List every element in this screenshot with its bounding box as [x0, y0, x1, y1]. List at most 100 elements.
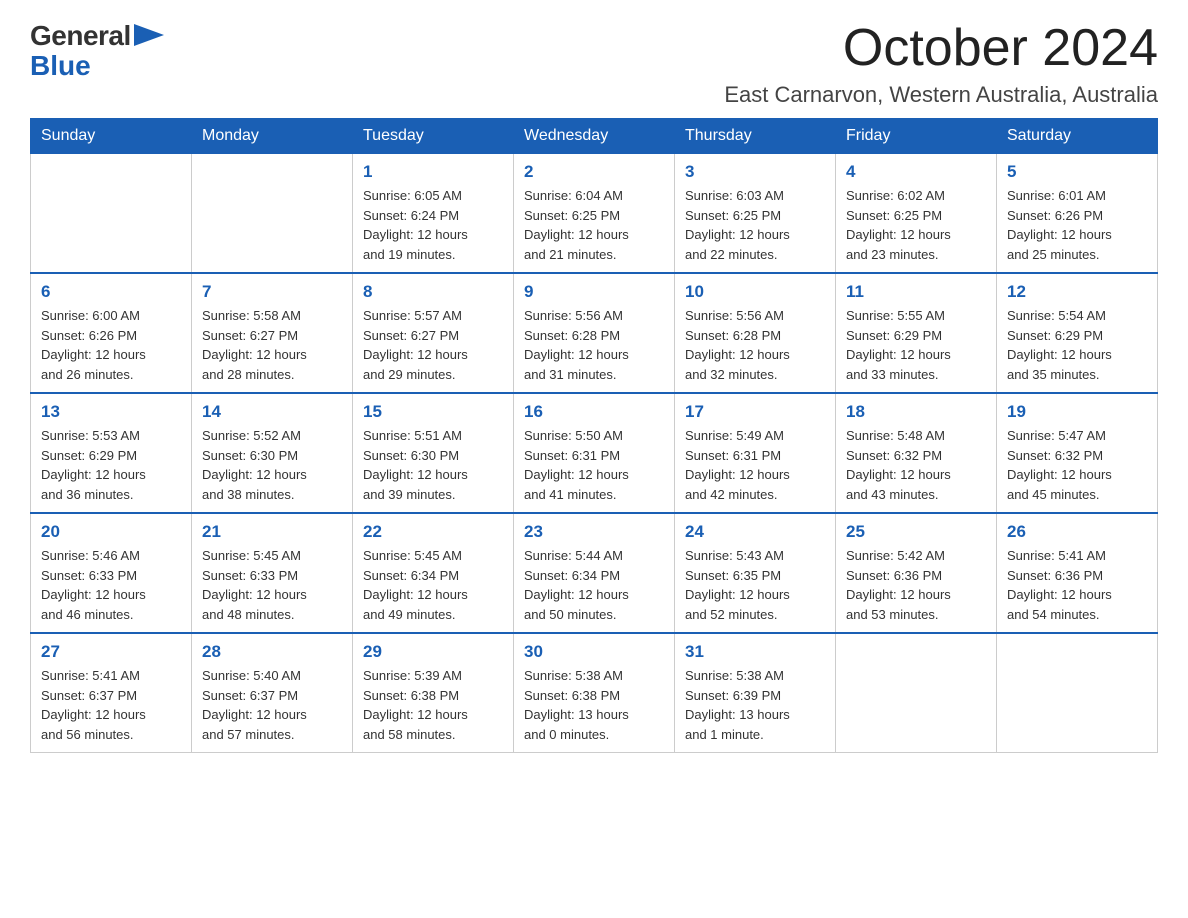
- day-number: 21: [202, 522, 342, 542]
- day-info: Sunrise: 5:51 AM Sunset: 6:30 PM Dayligh…: [363, 426, 503, 504]
- day-number: 22: [363, 522, 503, 542]
- calendar-cell: [997, 633, 1158, 753]
- calendar-cell: 28Sunrise: 5:40 AM Sunset: 6:37 PM Dayli…: [192, 633, 353, 753]
- day-number: 2: [524, 162, 664, 182]
- day-number: 18: [846, 402, 986, 422]
- calendar-cell: [192, 154, 353, 274]
- day-info: Sunrise: 5:45 AM Sunset: 6:33 PM Dayligh…: [202, 546, 342, 624]
- calendar-cell: 12 Sunrise: 5:54 AM Sunset: 6:29 PM Dayli…: [997, 273, 1158, 393]
- calendar-cell: 3Sunrise: 6:03 AM Sunset: 6:25 PM Daylig…: [675, 154, 836, 274]
- day-number: 19: [1007, 402, 1147, 422]
- day-number: 28: [202, 642, 342, 662]
- calendar-cell: 4Sunrise: 6:02 AM Sunset: 6:25 PM Daylig…: [836, 154, 997, 274]
- day-number: 1: [363, 162, 503, 182]
- header: General Blue October 2024 East Carnarvon…: [30, 20, 1158, 108]
- day-info: Sunrise: 5:44 AM Sunset: 6:34 PM Dayligh…: [524, 546, 664, 624]
- calendar-week-row: 1 Sunrise: 6:05 AM Sunset: 6:24 PM Daylig…: [31, 154, 1158, 274]
- calendar-cell: 13 Sunrise: 5:53 AM Sunset: 6:29 PM Dayli…: [31, 393, 192, 513]
- day-info: Sunrise: 5:39 AM Sunset: 6:38 PM Dayligh…: [363, 666, 503, 744]
- month-title: October 2024: [724, 20, 1158, 77]
- day-info: Sunrise: 6:02 AM Sunset: 6:25 PM Dayligh…: [846, 186, 986, 264]
- calendar-week-row: 13 Sunrise: 5:53 AM Sunset: 6:29 PM Dayli…: [31, 393, 1158, 513]
- day-number: 12: [1007, 282, 1147, 302]
- calendar-table: Sunday Monday Tuesday Wednesday Thursday…: [30, 118, 1158, 753]
- header-tuesday: Tuesday: [353, 119, 514, 154]
- day-number: 14: [202, 402, 342, 422]
- calendar-cell: 29 Sunrise: 5:39 AM Sunset: 6:38 PM Dayli…: [353, 633, 514, 753]
- calendar-cell: 17 Sunrise: 5:49 AM Sunset: 6:31 PM Dayli…: [675, 393, 836, 513]
- title-area: October 2024 East Carnarvon, Western Aus…: [724, 20, 1158, 108]
- day-number: 17: [685, 402, 825, 422]
- day-number: 16: [524, 402, 664, 422]
- day-number: 20: [41, 522, 181, 542]
- calendar-cell: 8 Sunrise: 5:57 AM Sunset: 6:27 PM Daylig…: [353, 273, 514, 393]
- day-number: 15: [363, 402, 503, 422]
- day-info: Sunrise: 5:38 AM Sunset: 6:38 PM Dayligh…: [524, 666, 664, 744]
- day-info: Sunrise: 6:04 AM Sunset: 6:25 PM Dayligh…: [524, 186, 664, 264]
- calendar-cell: 16Sunrise: 5:50 AM Sunset: 6:31 PM Dayli…: [514, 393, 675, 513]
- calendar-cell: 14Sunrise: 5:52 AM Sunset: 6:30 PM Dayli…: [192, 393, 353, 513]
- day-info: Sunrise: 5:48 AM Sunset: 6:32 PM Dayligh…: [846, 426, 986, 504]
- day-number: 25: [846, 522, 986, 542]
- logo-general-text: General: [30, 20, 131, 52]
- calendar-cell: 30 Sunrise: 5:38 AM Sunset: 6:38 PM Dayli…: [514, 633, 675, 753]
- day-info: Sunrise: 5:57 AM Sunset: 6:27 PM Dayligh…: [363, 306, 503, 384]
- logo-blue-text: Blue: [30, 52, 164, 80]
- day-info: Sunrise: 5:53 AM Sunset: 6:29 PM Dayligh…: [41, 426, 181, 504]
- calendar-cell: 26 Sunrise: 5:41 AM Sunset: 6:36 PM Dayli…: [997, 513, 1158, 633]
- calendar-cell: 31Sunrise: 5:38 AM Sunset: 6:39 PM Dayli…: [675, 633, 836, 753]
- header-wednesday: Wednesday: [514, 119, 675, 154]
- location-title: East Carnarvon, Western Australia, Austr…: [724, 82, 1158, 108]
- calendar-cell: 22Sunrise: 5:45 AM Sunset: 6:34 PM Dayli…: [353, 513, 514, 633]
- day-number: 3: [685, 162, 825, 182]
- day-info: Sunrise: 5:46 AM Sunset: 6:33 PM Dayligh…: [41, 546, 181, 624]
- header-thursday: Thursday: [675, 119, 836, 154]
- calendar-cell: [31, 154, 192, 274]
- day-info: Sunrise: 5:47 AM Sunset: 6:32 PM Dayligh…: [1007, 426, 1147, 504]
- day-info: Sunrise: 5:41 AM Sunset: 6:36 PM Dayligh…: [1007, 546, 1147, 624]
- day-info: Sunrise: 5:58 AM Sunset: 6:27 PM Dayligh…: [202, 306, 342, 384]
- calendar-cell: 10Sunrise: 5:56 AM Sunset: 6:28 PM Dayli…: [675, 273, 836, 393]
- calendar-cell: 6 Sunrise: 6:00 AM Sunset: 6:26 PM Daylig…: [31, 273, 192, 393]
- calendar-cell: 21 Sunrise: 5:45 AM Sunset: 6:33 PM Dayli…: [192, 513, 353, 633]
- calendar-cell: 5 Sunrise: 6:01 AM Sunset: 6:26 PM Daylig…: [997, 154, 1158, 274]
- calendar-cell: 11Sunrise: 5:55 AM Sunset: 6:29 PM Dayli…: [836, 273, 997, 393]
- day-number: 29: [363, 642, 503, 662]
- day-number: 7: [202, 282, 342, 302]
- calendar-cell: 9 Sunrise: 5:56 AM Sunset: 6:28 PM Daylig…: [514, 273, 675, 393]
- calendar-cell: 20 Sunrise: 5:46 AM Sunset: 6:33 PM Dayli…: [31, 513, 192, 633]
- day-info: Sunrise: 5:56 AM Sunset: 6:28 PM Dayligh…: [524, 306, 664, 384]
- day-info: Sunrise: 6:05 AM Sunset: 6:24 PM Dayligh…: [363, 186, 503, 264]
- logo: General Blue: [30, 20, 164, 80]
- calendar-cell: 18 Sunrise: 5:48 AM Sunset: 6:32 PM Dayli…: [836, 393, 997, 513]
- calendar-cell: 1 Sunrise: 6:05 AM Sunset: 6:24 PM Daylig…: [353, 154, 514, 274]
- day-info: Sunrise: 5:42 AM Sunset: 6:36 PM Dayligh…: [846, 546, 986, 624]
- header-saturday: Saturday: [997, 119, 1158, 154]
- calendar-cell: 24Sunrise: 5:43 AM Sunset: 6:35 PM Dayli…: [675, 513, 836, 633]
- calendar-cell: 15 Sunrise: 5:51 AM Sunset: 6:30 PM Dayli…: [353, 393, 514, 513]
- calendar-cell: 7 Sunrise: 5:58 AM Sunset: 6:27 PM Daylig…: [192, 273, 353, 393]
- calendar-week-row: 6 Sunrise: 6:00 AM Sunset: 6:26 PM Daylig…: [31, 273, 1158, 393]
- day-info: Sunrise: 6:00 AM Sunset: 6:26 PM Dayligh…: [41, 306, 181, 384]
- day-number: 6: [41, 282, 181, 302]
- day-info: Sunrise: 5:54 AM Sunset: 6:29 PM Dayligh…: [1007, 306, 1147, 384]
- day-info: Sunrise: 5:41 AM Sunset: 6:37 PM Dayligh…: [41, 666, 181, 744]
- day-info: Sunrise: 6:01 AM Sunset: 6:26 PM Dayligh…: [1007, 186, 1147, 264]
- day-number: 26: [1007, 522, 1147, 542]
- day-number: 23: [524, 522, 664, 542]
- calendar-week-row: 27 Sunrise: 5:41 AM Sunset: 6:37 PM Dayli…: [31, 633, 1158, 753]
- day-number: 13: [41, 402, 181, 422]
- day-number: 27: [41, 642, 181, 662]
- day-number: 30: [524, 642, 664, 662]
- day-info: Sunrise: 5:43 AM Sunset: 6:35 PM Dayligh…: [685, 546, 825, 624]
- day-info: Sunrise: 5:49 AM Sunset: 6:31 PM Dayligh…: [685, 426, 825, 504]
- calendar-cell: 27 Sunrise: 5:41 AM Sunset: 6:37 PM Dayli…: [31, 633, 192, 753]
- calendar-cell: 23 Sunrise: 5:44 AM Sunset: 6:34 PM Dayli…: [514, 513, 675, 633]
- day-number: 9: [524, 282, 664, 302]
- calendar-cell: 2 Sunrise: 6:04 AM Sunset: 6:25 PM Daylig…: [514, 154, 675, 274]
- day-number: 8: [363, 282, 503, 302]
- day-number: 5: [1007, 162, 1147, 182]
- day-number: 11: [846, 282, 986, 302]
- header-sunday: Sunday: [31, 119, 192, 154]
- day-number: 10: [685, 282, 825, 302]
